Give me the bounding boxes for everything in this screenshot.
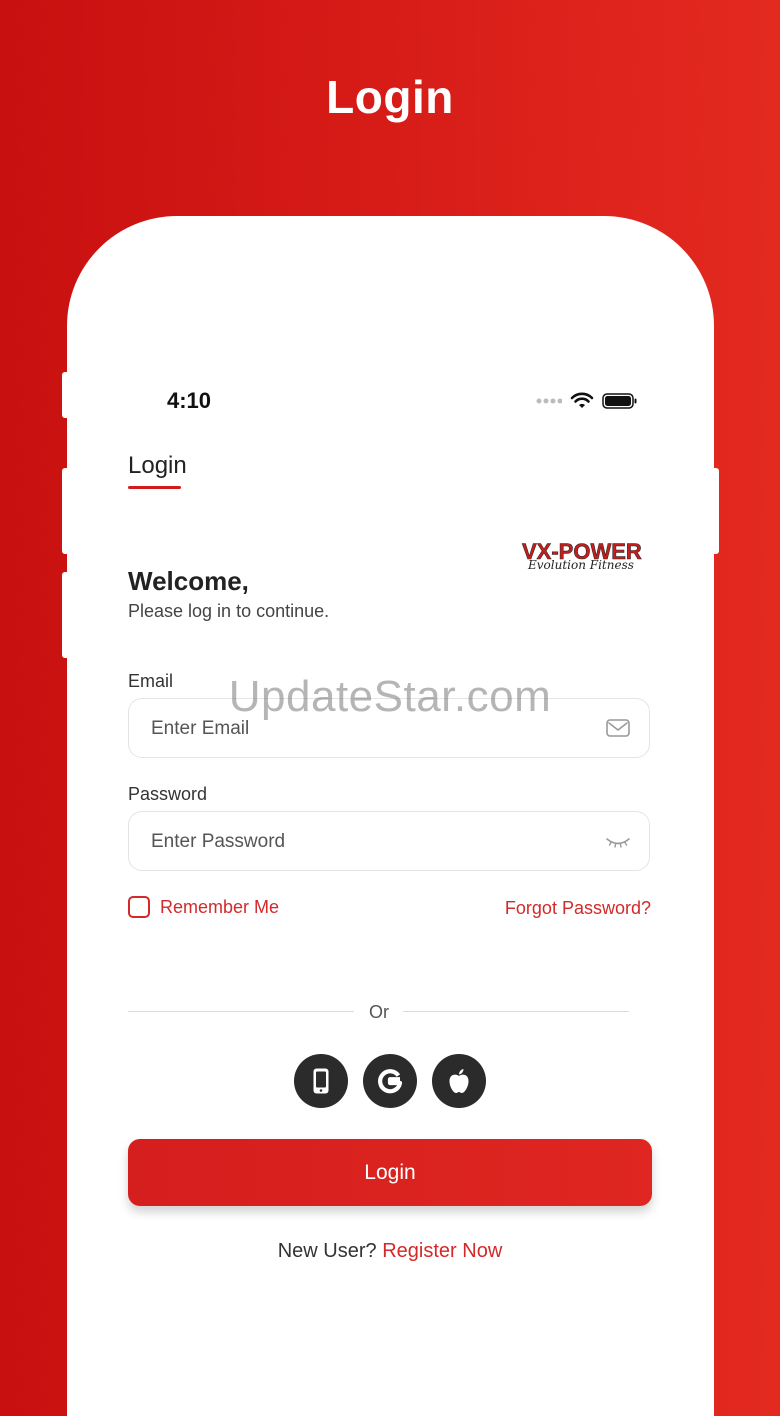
- register-now-link[interactable]: Register Now: [382, 1240, 502, 1262]
- eye-closed-icon[interactable]: [605, 830, 631, 852]
- password-label: Password: [128, 784, 208, 804]
- vx-power-logo: VX-POWER Evolution Fitness: [522, 539, 642, 572]
- google-login-button[interactable]: [363, 1054, 417, 1108]
- watermark-text: UpdateStar.com: [228, 672, 552, 721]
- register-row: New User? Register Now: [0, 1240, 780, 1263]
- password-field-container[interactable]: [128, 811, 650, 872]
- forgot-password-link[interactable]: Forgot Password?: [505, 898, 651, 919]
- remember-me-label: Remember Me: [160, 896, 280, 917]
- new-user-prompt: New User?: [277, 1240, 377, 1262]
- remember-me-checkbox[interactable]: [128, 896, 150, 918]
- phone-login-icon: [313, 1068, 329, 1094]
- logo-script-text: Evolution Fitness: [527, 558, 634, 572]
- login-button[interactable]: Login: [128, 1139, 652, 1206]
- apple-login-button[interactable]: [432, 1054, 486, 1108]
- apple-icon: [449, 1069, 469, 1093]
- battery-icon: [602, 393, 637, 409]
- welcome-subtitle: Please log in to continue.: [128, 601, 330, 621]
- signal-dots-icon: [536, 398, 562, 404]
- divider-line: [128, 1011, 354, 1012]
- tab-active-indicator: [128, 486, 181, 489]
- phone-login-button[interactable]: [294, 1054, 348, 1108]
- store-title: Login: [326, 71, 454, 123]
- divider-line: [403, 1011, 629, 1012]
- status-time: 4:10: [167, 388, 212, 413]
- password-input[interactable]: [149, 812, 593, 872]
- tab-login[interactable]: Login: [128, 452, 187, 480]
- remember-me-toggle[interactable]: Remember Me: [128, 896, 279, 918]
- google-icon: [378, 1069, 403, 1094]
- divider-or-text: Or: [369, 1002, 389, 1022]
- wifi-icon: [570, 392, 594, 408]
- status-icons: [536, 390, 638, 412]
- welcome-title: Welcome,: [128, 566, 249, 596]
